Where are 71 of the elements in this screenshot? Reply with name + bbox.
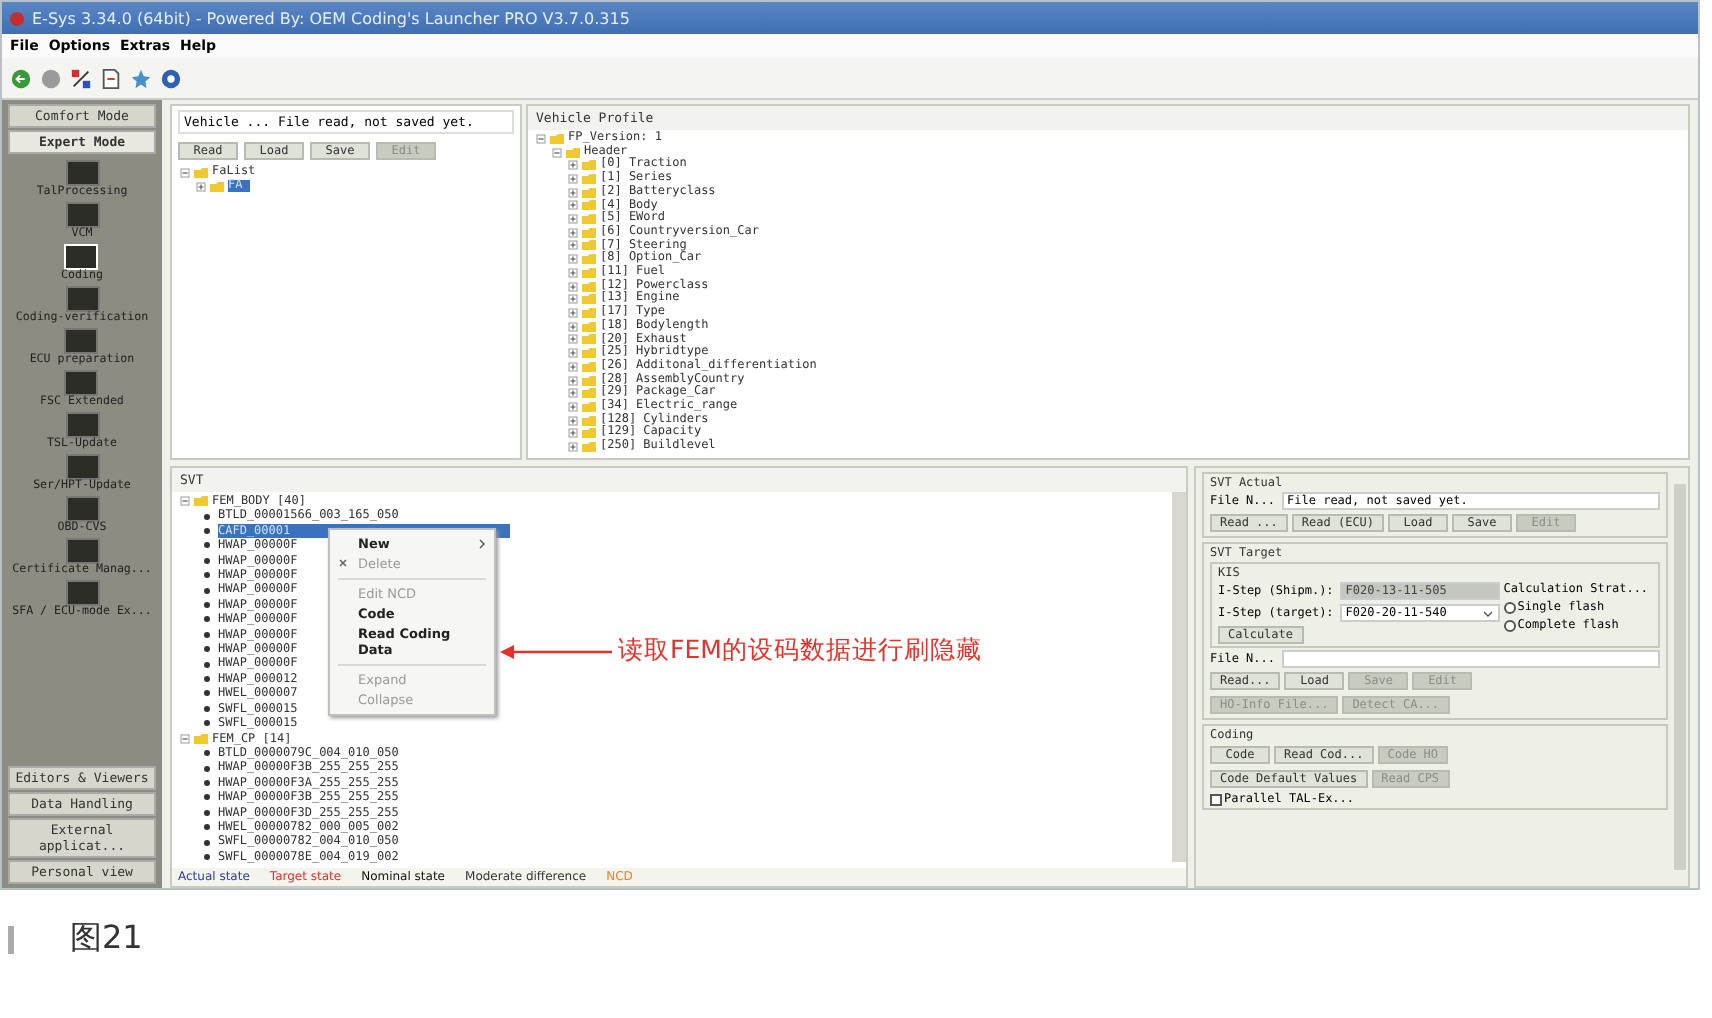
expand-toggle-icon[interactable] xyxy=(568,173,578,184)
expand-toggle-icon[interactable] xyxy=(568,428,578,439)
delete-icon xyxy=(338,558,348,568)
bullet-icon xyxy=(204,616,210,623)
bullet-icon xyxy=(204,794,210,801)
bullet-icon xyxy=(204,602,210,609)
expand-toggle-icon[interactable] xyxy=(568,401,578,412)
scrollbar[interactable] xyxy=(1172,492,1186,862)
bullet-icon xyxy=(204,587,210,594)
document-icon[interactable] xyxy=(100,67,122,89)
annotation-text: 读取FEM的设码数据进行刷隐藏 xyxy=(618,634,982,668)
bullet-icon xyxy=(204,765,210,772)
arrow xyxy=(500,643,612,659)
bullet-icon xyxy=(204,853,210,860)
expand-toggle-icon[interactable] xyxy=(568,294,578,305)
input-field[interactable] xyxy=(1281,650,1660,668)
checkbox[interactable] xyxy=(1210,793,1222,805)
collapse-toggle-icon[interactable] xyxy=(536,133,546,144)
stop-icon[interactable] xyxy=(40,67,62,89)
bullet-icon xyxy=(204,631,210,638)
star-icon[interactable] xyxy=(130,67,152,89)
figure-caption: 图21 xyxy=(70,918,143,960)
bullet-icon xyxy=(204,528,210,535)
expand-toggle-icon[interactable] xyxy=(568,187,578,198)
bullet-icon xyxy=(204,513,210,520)
radio-button[interactable] xyxy=(1503,601,1516,613)
scrollbar[interactable] xyxy=(1674,484,1686,870)
expand-toggle-icon[interactable] xyxy=(568,307,578,318)
collapse-toggle-icon[interactable] xyxy=(552,147,562,158)
bullet-icon xyxy=(204,572,210,579)
window-title: E-Sys 3.34.0 (64bit) - Powered By: OEM Coding's Launcher PRO V3.7.0.315 xyxy=(32,9,630,27)
bullet-icon xyxy=(204,542,210,549)
collapse-toggle-icon[interactable] xyxy=(180,496,190,507)
folder-icon xyxy=(194,733,208,744)
expand-toggle-icon[interactable] xyxy=(196,181,206,192)
expand-toggle-icon[interactable] xyxy=(568,415,578,426)
expand-toggle-icon[interactable] xyxy=(568,442,578,453)
folder-icon xyxy=(194,496,208,507)
expand-toggle-icon[interactable] xyxy=(568,361,578,372)
expand-toggle-icon[interactable] xyxy=(568,160,578,171)
bullet-icon xyxy=(204,646,210,653)
expand-toggle-icon[interactable] xyxy=(568,388,578,399)
bullet-icon xyxy=(204,690,210,697)
bullet-icon xyxy=(204,705,210,712)
expand-toggle-icon[interactable] xyxy=(568,254,578,265)
expand-toggle-icon[interactable] xyxy=(568,281,578,292)
expand-toggle-icon[interactable] xyxy=(568,240,578,251)
expand-toggle-icon[interactable] xyxy=(568,227,578,238)
network-icon[interactable] xyxy=(70,67,92,89)
radio-button[interactable] xyxy=(1503,619,1516,631)
bullet-icon xyxy=(204,661,210,668)
expand-toggle-icon[interactable] xyxy=(568,321,578,332)
expand-toggle-icon[interactable] xyxy=(568,348,578,359)
bullet-icon xyxy=(204,809,210,816)
bullet-icon xyxy=(204,750,210,757)
bullet-icon xyxy=(204,824,210,831)
collapse-toggle-icon[interactable] xyxy=(180,733,190,744)
app-icon xyxy=(10,11,24,25)
bullet-icon xyxy=(204,839,210,846)
collapse-toggle-icon[interactable] xyxy=(180,167,190,178)
bullet-icon xyxy=(204,557,210,564)
expand-toggle-icon[interactable] xyxy=(568,200,578,211)
bullet-icon xyxy=(204,720,210,727)
bullet-icon xyxy=(204,676,210,683)
expand-toggle-icon[interactable] xyxy=(568,214,578,225)
expand-toggle-icon[interactable] xyxy=(568,375,578,385)
back-icon[interactable] xyxy=(10,67,32,89)
expand-toggle-icon[interactable] xyxy=(568,334,578,345)
help-icon[interactable] xyxy=(160,67,182,89)
expand-toggle-icon[interactable] xyxy=(568,267,578,278)
bullet-icon xyxy=(204,779,210,786)
